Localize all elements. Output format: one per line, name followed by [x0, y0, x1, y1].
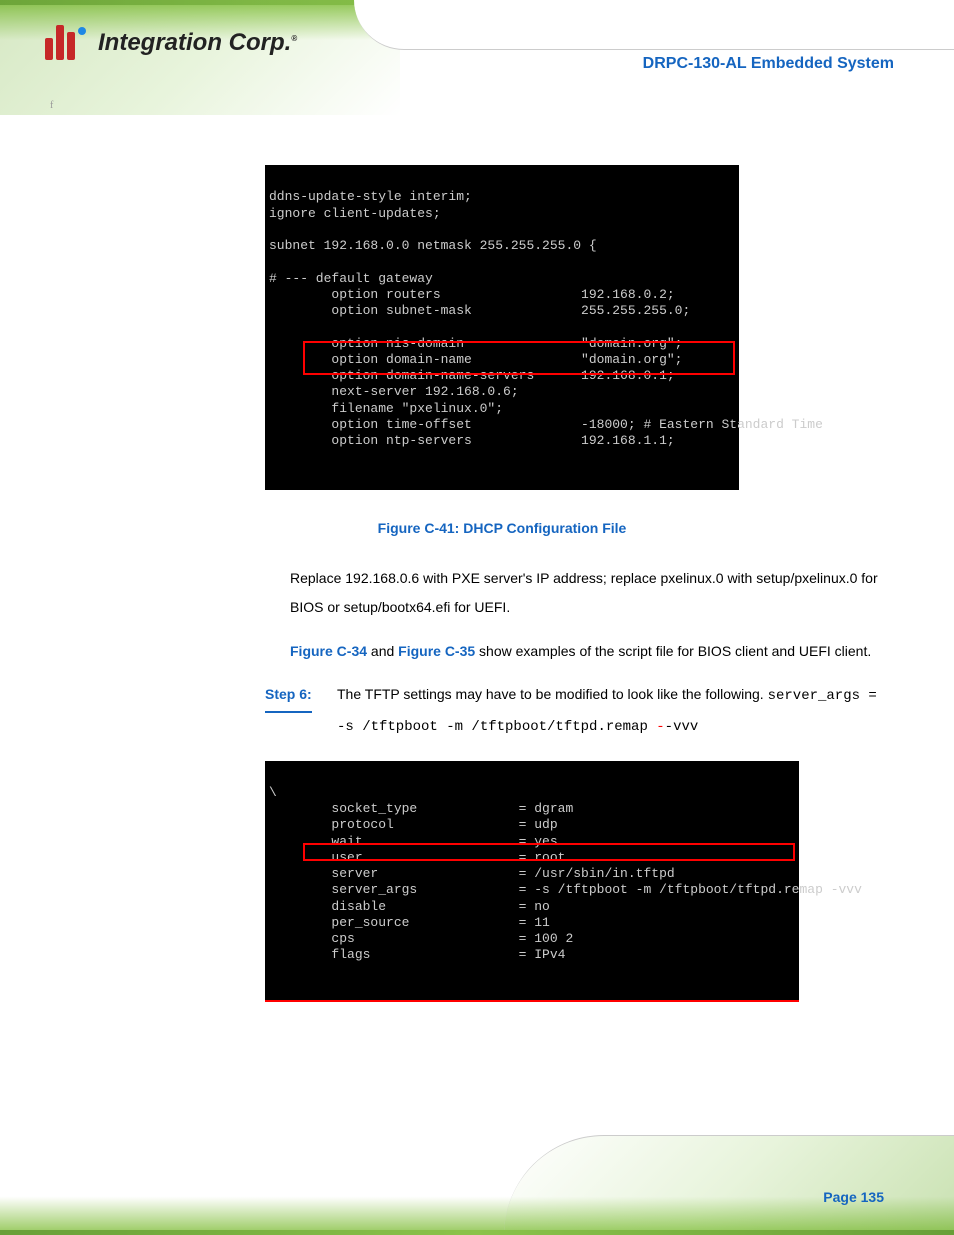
terminal-line: cps = 100 2 [269, 931, 573, 946]
terminal-line: option routers 192.168.0.2; [269, 287, 675, 302]
terminal-line: option domain-name-servers 192.168.0.1; [269, 368, 675, 383]
header-swoosh [354, 0, 954, 50]
terminal-line: # --- default gateway [269, 271, 433, 286]
body-paragraph: Replace 192.168.0.6 with PXE server's IP… [290, 564, 884, 623]
terminal-line: filename "pxelinux.0"; [269, 401, 503, 416]
step-item: Step 6: The TFTP settings may have to be… [265, 680, 884, 743]
terminal-line: flags = IPv4 [269, 947, 565, 962]
terminal-line: subnet 192.168.0.0 netmask 255.255.255.0… [269, 238, 597, 253]
terminal-line: \ [269, 785, 277, 800]
footer-green-bar [0, 1230, 954, 1235]
page-header: Integration Corp.® f DRPC-130-AL Embedde… [0, 0, 954, 115]
terminal-line: wait = yes [269, 834, 558, 849]
terminal-line: protocol = udp [269, 817, 558, 832]
footer-swoosh [504, 1135, 954, 1235]
terminal-screenshot-dhcp: ddns-update-style interim; ignore client… [265, 165, 739, 490]
terminal-line: ddns-update-style interim; [269, 189, 472, 204]
terminal-line: server = /usr/sbin/in.tftpd [269, 866, 675, 881]
figure-reference-link[interactable]: Figure C-34 [290, 643, 367, 659]
terminal-line: option domain-name "domain.org"; [269, 352, 682, 367]
figure-reference-link[interactable]: Figure C-35 [398, 643, 475, 659]
figure-caption: Figure C-41: DHCP Configuration File [120, 520, 884, 536]
terminal-line: option ntp-servers 192.168.1.1; [269, 433, 675, 448]
terminal-line: option subnet-mask 255.255.255.0; [269, 303, 690, 318]
terminal-line: disable = no [269, 899, 550, 914]
terminal-line: user = root [269, 850, 565, 865]
step-text: The TFTP settings may have to be modifie… [337, 686, 877, 733]
logo-text: Integration Corp.® [98, 29, 297, 57]
document-title: DRPC-130-AL Embedded System [643, 55, 894, 73]
step-label: Step 6: [265, 680, 312, 713]
terminal-line: next-server 192.168.0.6; [269, 384, 519, 399]
terminal-line: server_args = -s /tftpboot -m /tftpboot/… [269, 882, 862, 897]
page-number: Page 135 [823, 1189, 884, 1205]
body-paragraph: Figure C-34 and Figure C-35 show example… [290, 637, 884, 666]
brand-logo: Integration Corp.® [45, 25, 297, 60]
terminal-line: per_source = 11 [269, 915, 550, 930]
header-small-page-label: f [50, 100, 53, 111]
page-content: ddns-update-style interim; ignore client… [0, 115, 954, 1002]
terminal-screenshot-tftp: \ socket_type = dgram protocol = udp wai… [265, 761, 799, 1003]
logo-icon [45, 25, 86, 60]
terminal-line: socket_type = dgram [269, 801, 573, 816]
terminal-line: option nis-domain "domain.org"; [269, 336, 682, 351]
terminal-line: option time-offset -18000; # Eastern Sta… [269, 417, 823, 432]
terminal-line: ignore client-updates; [269, 206, 441, 221]
page-footer: Page 135 [0, 1125, 954, 1235]
